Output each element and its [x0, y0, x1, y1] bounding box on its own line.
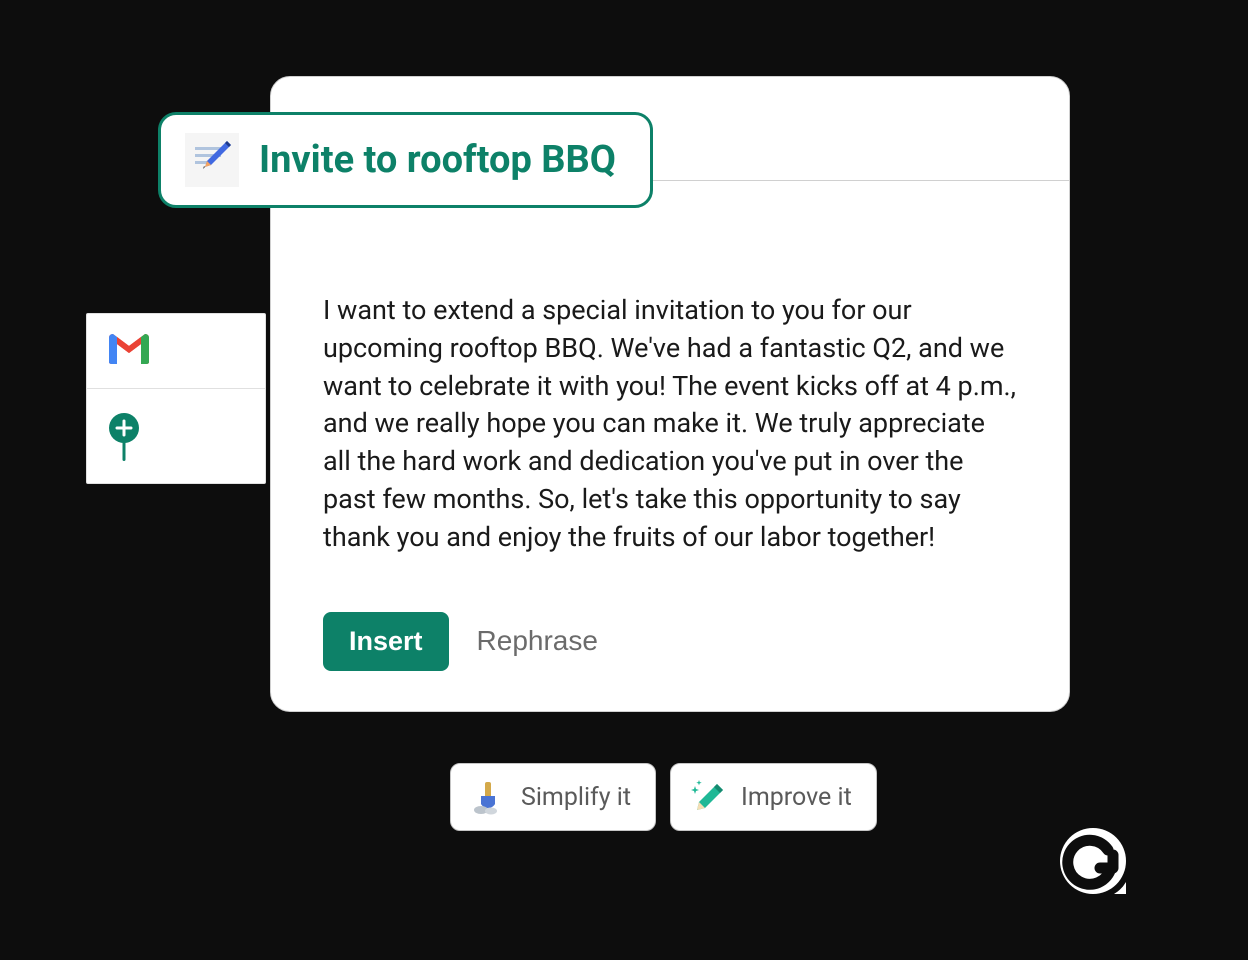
improve-label: Improve it	[741, 783, 852, 812]
prompt-title-label: Invite to rooftop BBQ	[259, 138, 616, 182]
sparkle-pencil-icon	[689, 778, 727, 816]
gmail-icon	[107, 332, 151, 370]
add-icon	[109, 413, 139, 443]
simplify-label: Simplify it	[521, 783, 631, 812]
insert-button[interactable]: Insert	[323, 612, 449, 671]
improve-chip[interactable]: Improve it	[670, 763, 877, 831]
prompt-title-pill[interactable]: Invite to rooftop BBQ	[158, 112, 653, 208]
card-actions: Insert Rephrase	[271, 612, 1069, 711]
pen-writing-icon	[185, 133, 239, 187]
brush-icon	[469, 778, 507, 816]
add-row[interactable]	[87, 389, 265, 483]
grammarly-icon[interactable]	[1056, 824, 1130, 898]
simplify-chip[interactable]: Simplify it	[450, 763, 656, 831]
rephrase-button[interactable]: Rephrase	[477, 625, 598, 657]
floating-actions: Simplify it Improve it	[450, 763, 877, 831]
gmail-sidebar	[86, 313, 266, 484]
gmail-row[interactable]	[87, 314, 265, 389]
generated-text: I want to extend a special invitation to…	[271, 292, 1069, 557]
